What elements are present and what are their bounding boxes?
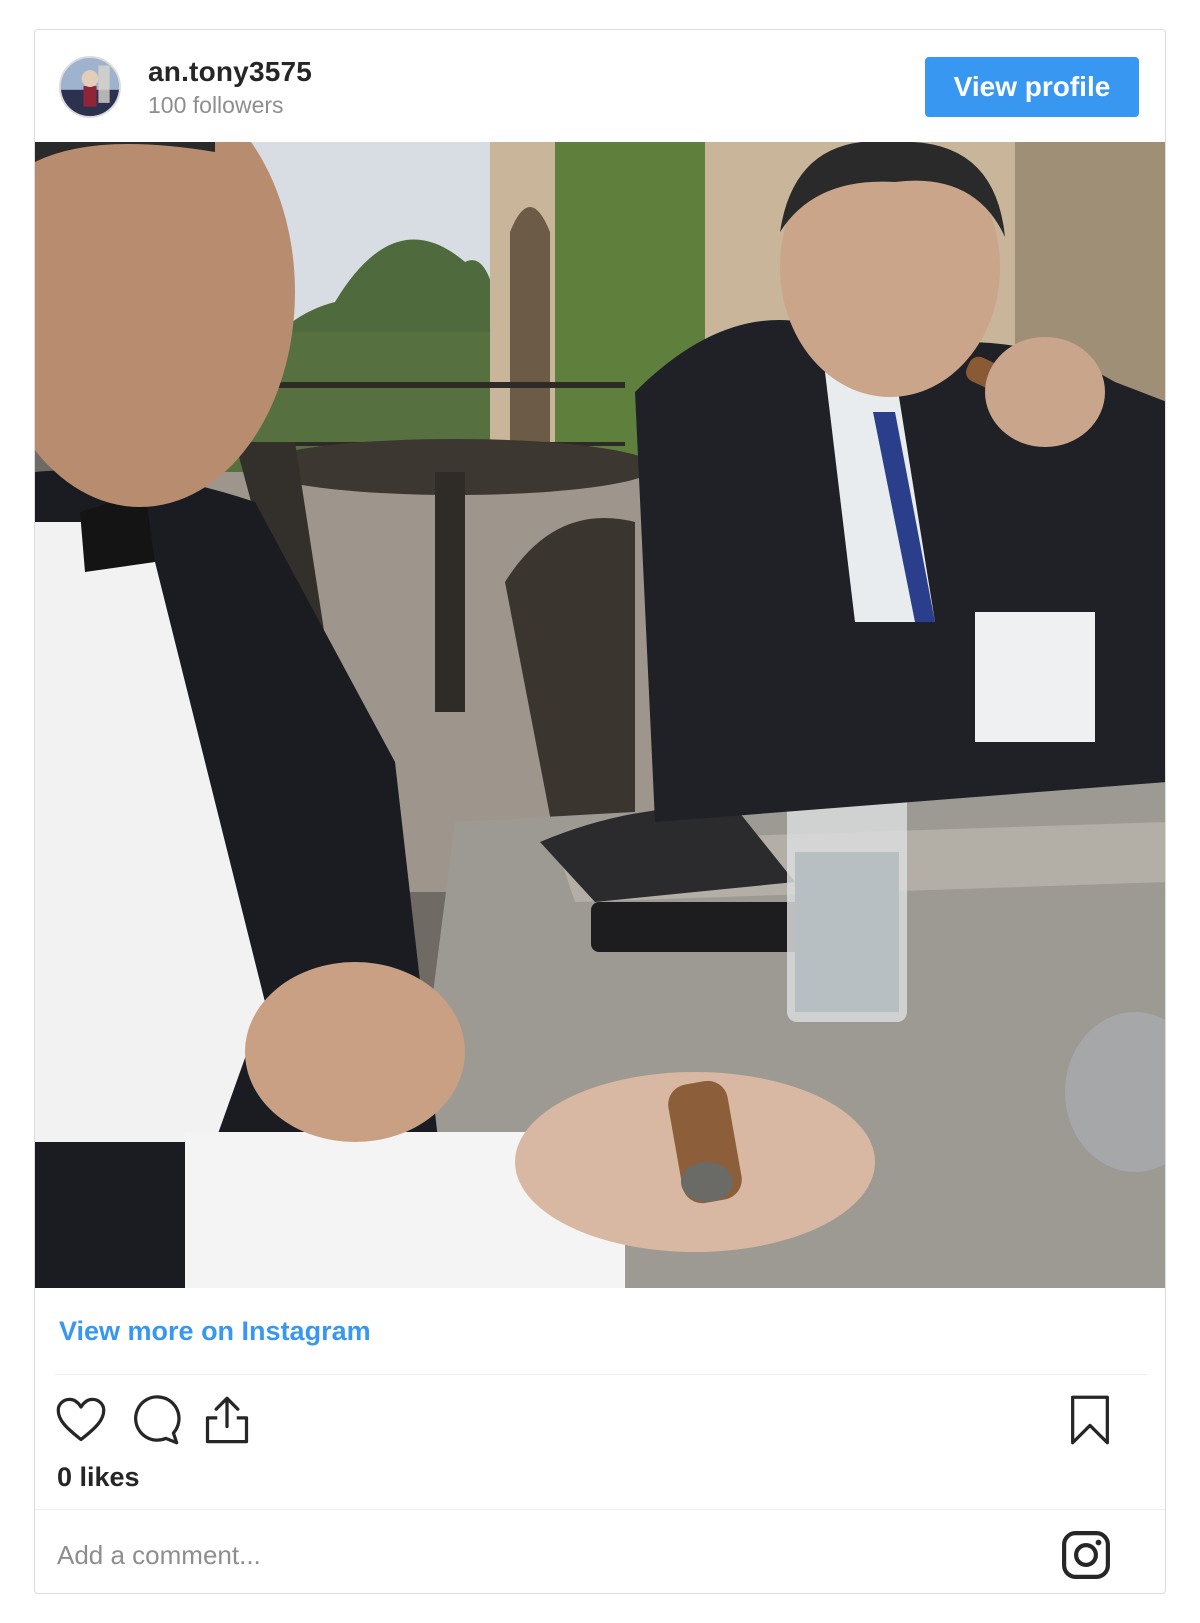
follower-count: 100 followers <box>148 92 284 118</box>
comment-icon[interactable] <box>129 1394 181 1446</box>
like-count: 0 likes <box>57 1462 140 1492</box>
view-profile-button[interactable]: View profile <box>925 57 1139 117</box>
share-icon[interactable] <box>201 1394 253 1446</box>
instagram-embed-card: an.tony3575 100 followers View profile V… <box>34 29 1166 1594</box>
avatar-image <box>61 58 119 116</box>
instagram-icon[interactable] <box>1061 1530 1111 1580</box>
username[interactable]: an.tony3575 <box>148 56 312 88</box>
heart-icon[interactable] <box>55 1394 107 1446</box>
post-header: an.tony3575 100 followers View profile <box>35 30 1165 142</box>
comment-input[interactable] <box>57 1530 957 1580</box>
bookmark-icon[interactable] <box>1065 1394 1115 1446</box>
avatar[interactable] <box>59 56 121 118</box>
divider <box>55 1374 1147 1375</box>
post-photo-image <box>35 142 1165 1288</box>
view-more-link[interactable]: View more on Instagram <box>59 1316 371 1347</box>
divider <box>35 1509 1165 1510</box>
post-photo[interactable] <box>35 142 1165 1288</box>
